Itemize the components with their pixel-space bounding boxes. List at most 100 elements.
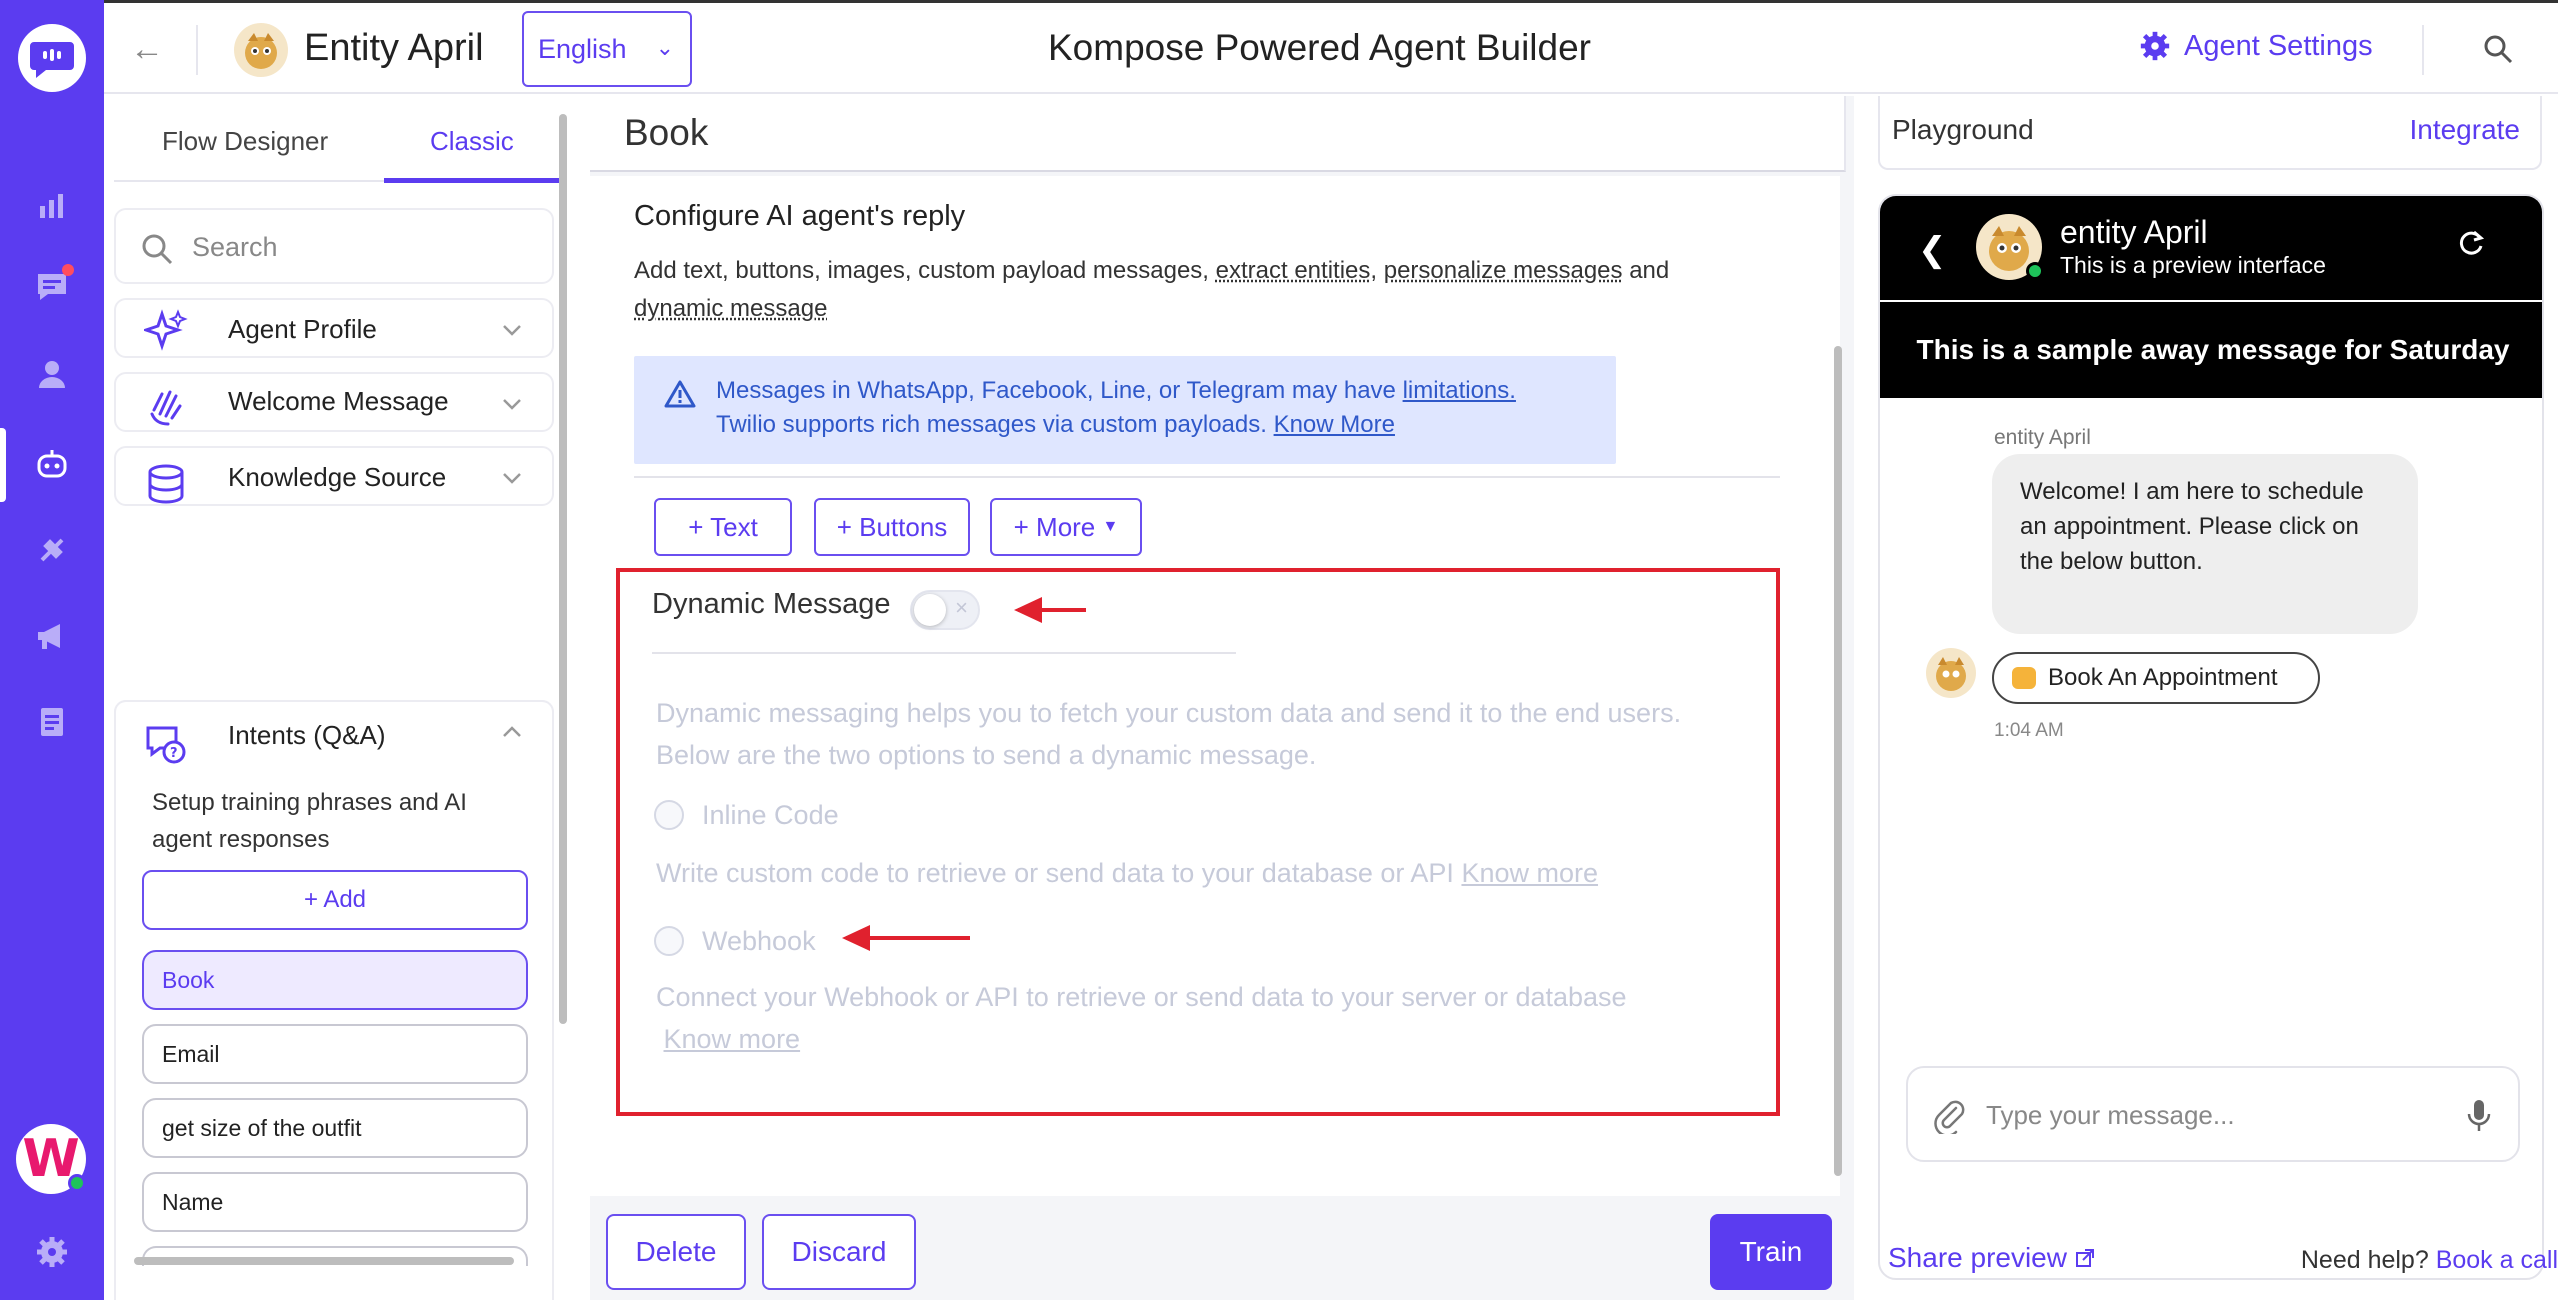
add-text-button[interactable]: + Text [654,498,792,556]
dynamic-message-link[interactable]: dynamic message [634,295,827,322]
back-arrow-icon[interactable]: ← [130,29,170,69]
divider [2422,25,2424,75]
bot-name: entity April [2060,214,2208,250]
webhook-know-more-link[interactable]: Know more [664,1024,801,1054]
more-options-button[interactable]: + More ▼ [990,498,1142,556]
intent-item-name[interactable]: Name [142,1172,528,1232]
integrate-link[interactable]: Integrate [2409,114,2520,146]
intent-item-book[interactable]: Book [142,950,528,1010]
warning-line-2: Twilio supports rich messages via custom… [716,411,1267,438]
search-icon [142,234,173,265]
chevron-up-icon[interactable] [500,720,524,744]
intent-item-outfit-size[interactable]: get size of the outfit [142,1098,528,1158]
sparkle-icon [144,309,188,351]
agent-avatar [234,23,288,77]
intent-header: Book [590,96,1846,172]
know-more-link[interactable]: Know More [1274,411,1395,438]
accordion-knowledge-source[interactable]: Knowledge Source [114,446,554,506]
campaigns-icon[interactable] [28,612,76,660]
paperclip-icon[interactable] [1930,1096,1968,1134]
scroll-thumb[interactable] [559,114,567,1024]
bot-builder-icon[interactable] [28,440,76,488]
left-horizontal-scrollbar[interactable] [116,1254,546,1268]
inline-code-radio[interactable] [654,800,684,830]
left-panel: Flow Designer Classic Agent Profile Welc… [104,96,572,1300]
dynamic-message-toggle[interactable]: × [910,590,980,630]
dynamic-desc-line-2: Below are the two options to send a dyna… [656,740,1317,770]
playground-panel: Playground Integrate ❮ entity April This… [1858,96,2558,1300]
analytics-icon[interactable] [28,182,76,230]
help-text: Need help? Book a call [2301,1246,2558,1275]
bot-avatar [1976,214,2044,280]
inline-know-more-link[interactable]: Know more [1461,858,1598,888]
accordion-agent-profile[interactable]: Agent Profile [114,298,554,358]
notification-dot [62,264,74,276]
nav-rail: W [0,0,104,1300]
chevron-down-icon [503,399,521,410]
settings-gear-icon[interactable] [28,1228,76,1276]
book-a-call-link[interactable]: Book a call [2436,1246,2558,1274]
active-indicator [0,428,6,502]
book-appointment-label: Book An Appointment [2048,664,2278,691]
online-status-dot [68,1174,86,1192]
accordion-label: Welcome Message [228,386,449,416]
share-preview-link[interactable]: Share preview [1888,1242,2095,1274]
center-scrollbar[interactable] [1830,96,1846,1196]
book-appointment-button[interactable]: Book An Appointment [1992,652,2320,704]
personalize-messages-link[interactable]: personalize messages [1384,257,1623,284]
agent-settings-button[interactable]: Agent Settings [2138,29,2373,63]
refresh-icon[interactable] [2454,226,2488,260]
train-button[interactable]: Train [1710,1214,1832,1290]
chat-logo-icon [30,42,74,78]
message-sender: entity April [1994,426,2091,449]
chevron-left-icon[interactable]: ❮ [1918,230,1947,270]
limitations-link[interactable]: limitations. [1403,377,1516,404]
extract-entities-link[interactable]: extract entities [1216,257,1371,284]
webhook-radio[interactable] [654,926,684,956]
external-link-icon [2075,1249,2094,1267]
intent-item-email[interactable]: Email [142,1024,528,1084]
need-help-label: Need help? [2300,1246,2429,1274]
chat-input-box [1906,1066,2520,1162]
integrations-icon[interactable] [28,526,76,574]
add-intent-button[interactable]: + Add [142,870,528,930]
chat-message-input[interactable] [1986,1094,2446,1136]
accordion-welcome-message[interactable]: Welcome Message [114,372,554,432]
add-buttons-button[interactable]: + Buttons [814,498,970,556]
language-value: English [538,33,627,64]
conversations-icon[interactable] [28,262,76,310]
reports-icon[interactable] [28,698,76,746]
config-desc-text: Add text, buttons, images, custom payloa… [634,257,1209,284]
chevron-down-icon [503,473,521,484]
discard-button[interactable]: Discard [762,1214,916,1290]
tab-classic[interactable]: Classic [430,126,514,157]
close-icon: × [955,595,968,620]
microphone-icon[interactable] [2464,1098,2494,1134]
delete-button[interactable]: Delete [606,1214,746,1290]
caret-down-icon: ▼ [1102,518,1119,535]
language-select[interactable]: English ⌄ [522,11,692,87]
user-avatar[interactable]: W [16,1124,86,1194]
intents-description: Setup training phrases and AI agent resp… [152,789,467,853]
webhook-desc: Connect your Webhook or API to retrieve … [656,976,1806,1060]
webhook-desc-text: Connect your Webhook or API to retrieve … [656,982,1627,1012]
playground-header: Playground Integrate [1878,96,2542,170]
annotation-arrow [842,925,970,951]
left-scrollbar[interactable] [556,96,570,1300]
online-status-dot [2026,262,2044,280]
contacts-icon[interactable] [28,350,76,398]
share-preview-label: Share preview [1888,1242,2067,1273]
chat-header: ❮ entity April This is a preview interfa… [1880,196,2542,300]
search-input[interactable] [192,226,532,268]
scroll-thumb[interactable] [134,1257,514,1265]
scroll-thumb[interactable] [1834,346,1842,1176]
app-logo[interactable] [18,24,86,92]
playground-title: Playground [1892,114,2034,145]
tab-flow-designer[interactable]: Flow Designer [162,126,328,157]
intent-title: Book [624,112,709,153]
gear-icon [2140,31,2170,61]
tab-bar: Flow Designer Classic [114,106,564,183]
dynamic-desc: Dynamic messaging helps you to fetch you… [656,692,1806,776]
intents-label[interactable]: Intents (Q&A) [228,720,386,751]
search-icon[interactable] [2482,33,2514,65]
